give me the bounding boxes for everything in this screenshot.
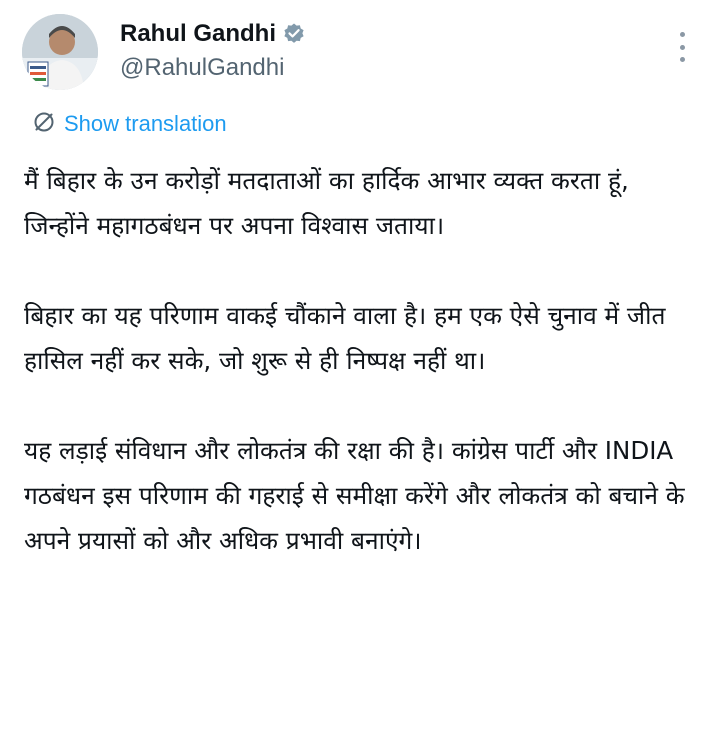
tweet-header: Rahul Gandhi @RahulGandhi <box>22 14 702 94</box>
show-translation-button[interactable]: Show translation <box>32 110 227 138</box>
translate-icon <box>32 110 56 138</box>
show-translation-label: Show translation <box>64 111 227 136</box>
tweet-paragraph: बिहार का यह परिणाम वाकई चौंकाने वाला है।… <box>24 301 666 375</box>
handle[interactable]: @RahulGandhi <box>120 54 284 82</box>
tweet-text: मैं बिहार के उन करोड़ों मतदाताओं का हार्… <box>24 158 696 563</box>
more-vertical-icon[interactable] <box>670 32 694 62</box>
name-row: Rahul Gandhi <box>120 20 306 48</box>
more-dot <box>679 32 685 37</box>
more-dot <box>679 57 685 62</box>
tweet-paragraph: यह लड़ाई संविधान और लोकतंत्र की रक्षा की… <box>24 436 685 555</box>
display-name[interactable]: Rahul Gandhi <box>120 20 276 48</box>
avatar[interactable] <box>22 14 98 90</box>
verified-badge-icon <box>282 22 306 46</box>
tweet-paragraph: मैं बिहार के उन करोड़ों मतदाताओं का हार्… <box>24 166 629 240</box>
profile-photo-icon <box>22 14 98 90</box>
more-dot <box>679 44 685 50</box>
